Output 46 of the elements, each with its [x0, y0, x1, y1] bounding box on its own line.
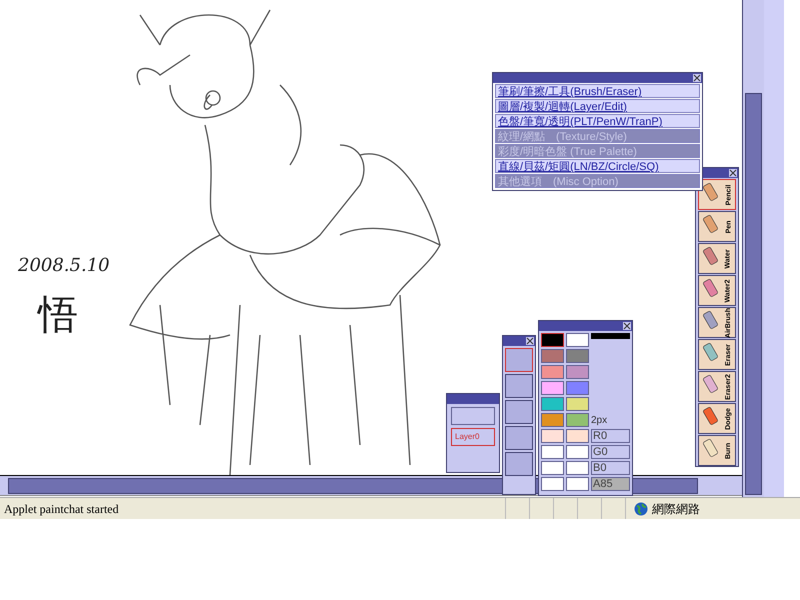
- color-swatch[interactable]: [541, 429, 564, 443]
- close-icon[interactable]: [729, 169, 737, 177]
- zone-label: 網際網路: [652, 500, 700, 518]
- vertical-scrollbar[interactable]: [742, 0, 764, 497]
- shape-tool-button[interactable]: [505, 400, 533, 424]
- close-icon[interactable]: [623, 322, 631, 330]
- close-icon[interactable]: [526, 337, 534, 345]
- color-swatch[interactable]: [541, 445, 564, 459]
- handwritten-signature: 悟: [38, 295, 78, 335]
- shape-tool-button[interactable]: [505, 426, 533, 450]
- color-swatch[interactable]: [566, 333, 589, 347]
- layer-slot[interactable]: [451, 407, 495, 425]
- color-swatch[interactable]: [566, 365, 589, 379]
- color-value-field[interactable]: R0: [591, 429, 630, 443]
- color-swatch[interactable]: [566, 349, 589, 363]
- handwritten-date: 2008.5.10: [18, 254, 110, 278]
- color-swatch[interactable]: [541, 349, 564, 363]
- color-swatch[interactable]: [566, 397, 589, 411]
- color-swatch[interactable]: [566, 461, 589, 475]
- color-swatch[interactable]: [541, 333, 564, 347]
- scrollbar-thumb[interactable]: [745, 93, 762, 495]
- color-value-field[interactable]: B0: [591, 461, 630, 475]
- color-swatch[interactable]: [541, 461, 564, 475]
- color-swatch[interactable]: [541, 381, 564, 395]
- panel-title-bar: [447, 394, 499, 404]
- globe-icon: [634, 502, 648, 516]
- status-message: Applet paintchat started: [3, 500, 120, 518]
- shape-tool-button[interactable]: [505, 374, 533, 398]
- color-swatch[interactable]: [541, 413, 564, 427]
- menu-item[interactable]: 色盤/筆寬/透明(PLT/PenW/TranP): [495, 114, 700, 128]
- menu-item[interactable]: 圖層/複製/迴轉(Layer/Edit): [495, 99, 700, 113]
- color-swatch[interactable]: [541, 397, 564, 411]
- color-swatch[interactable]: [566, 381, 589, 395]
- pen-width-label: 2px: [591, 415, 608, 427]
- color-swatch[interactable]: [566, 413, 589, 427]
- color-swatch[interactable]: [566, 445, 589, 459]
- close-icon[interactable]: [693, 74, 701, 82]
- shape-tool-button[interactable]: [505, 452, 533, 476]
- color-swatch[interactable]: [541, 365, 564, 379]
- menu-item[interactable]: 直線/貝茲/矩圓(LN/BZ/Circle/SQ): [495, 159, 700, 173]
- color-value-field[interactable]: A85: [591, 477, 630, 491]
- menu-item[interactable]: 筆刷/筆擦/工具(Brush/Eraser): [495, 84, 700, 98]
- color-swatch[interactable]: [541, 477, 564, 491]
- color-swatch[interactable]: [566, 477, 589, 491]
- color-value-field[interactable]: G0: [591, 445, 630, 459]
- color-swatch[interactable]: [566, 429, 589, 443]
